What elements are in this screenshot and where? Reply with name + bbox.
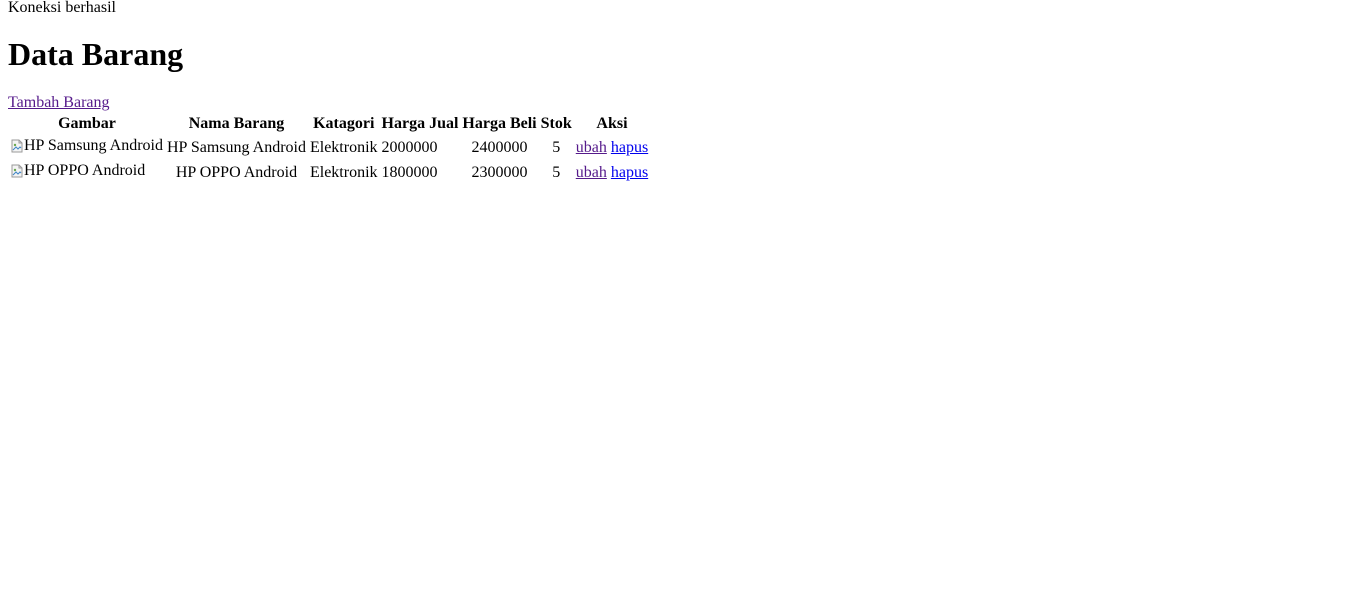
item-actions: ubah hapus [575,136,649,159]
item-image-alt-text: HP Samsung Android [24,137,163,154]
header-sell-price: Harga Jual [381,115,459,132]
item-sell-price: 1800000 [381,163,438,181]
item-stock: 5 [552,138,561,156]
broken-image-icon [11,164,23,178]
add-item-link[interactable]: Tambah Barang [8,94,110,112]
header-stock: Stok [540,115,572,132]
item-buy-price: 2300000 [471,163,528,181]
edit-link[interactable]: ubah [576,139,607,156]
item-sell-price: 2000000 [381,138,438,156]
item-image-alt-text: HP OPPO Android [24,162,146,179]
header-buy-price: Harga Beli [462,115,537,132]
header-image: Gambar [58,115,116,132]
header-category: Katagori [313,115,375,132]
item-name: HP OPPO Android [175,163,298,181]
item-image: HP OPPO Android [11,162,145,180]
item-name: HP Samsung Android [166,138,306,156]
item-image-cell: HP Samsung Android [10,136,164,159]
item-category: Elektronik [309,138,378,156]
connection-status-text: Koneksi berhasil [8,0,116,16]
broken-image-icon [11,139,23,153]
item-buy-price: 2400000 [471,138,528,156]
item-image-cell: HP OPPO Android [10,161,164,184]
item-image: HP Samsung Android [11,137,163,155]
page-title: Data Barang [8,36,184,72]
delete-link[interactable]: hapus [611,164,648,181]
item-category: Elektronik [309,163,378,181]
header-name: Nama Barang [188,115,285,132]
table-row: HP OPPO Android HP OPPO Android Elektron… [10,161,649,184]
item-stock: 5 [552,163,561,181]
table-header-row: Gambar Nama Barang Katagori Harga Jual H… [10,114,649,134]
delete-link[interactable]: hapus [611,139,648,156]
table-row: HP Samsung Android HP Samsung Android El… [10,136,649,159]
items-table: Gambar Nama Barang Katagori Harga Jual H… [8,112,651,186]
header-actions: Aksi [596,115,628,132]
item-actions: ubah hapus [575,161,649,184]
edit-link[interactable]: ubah [576,164,607,181]
